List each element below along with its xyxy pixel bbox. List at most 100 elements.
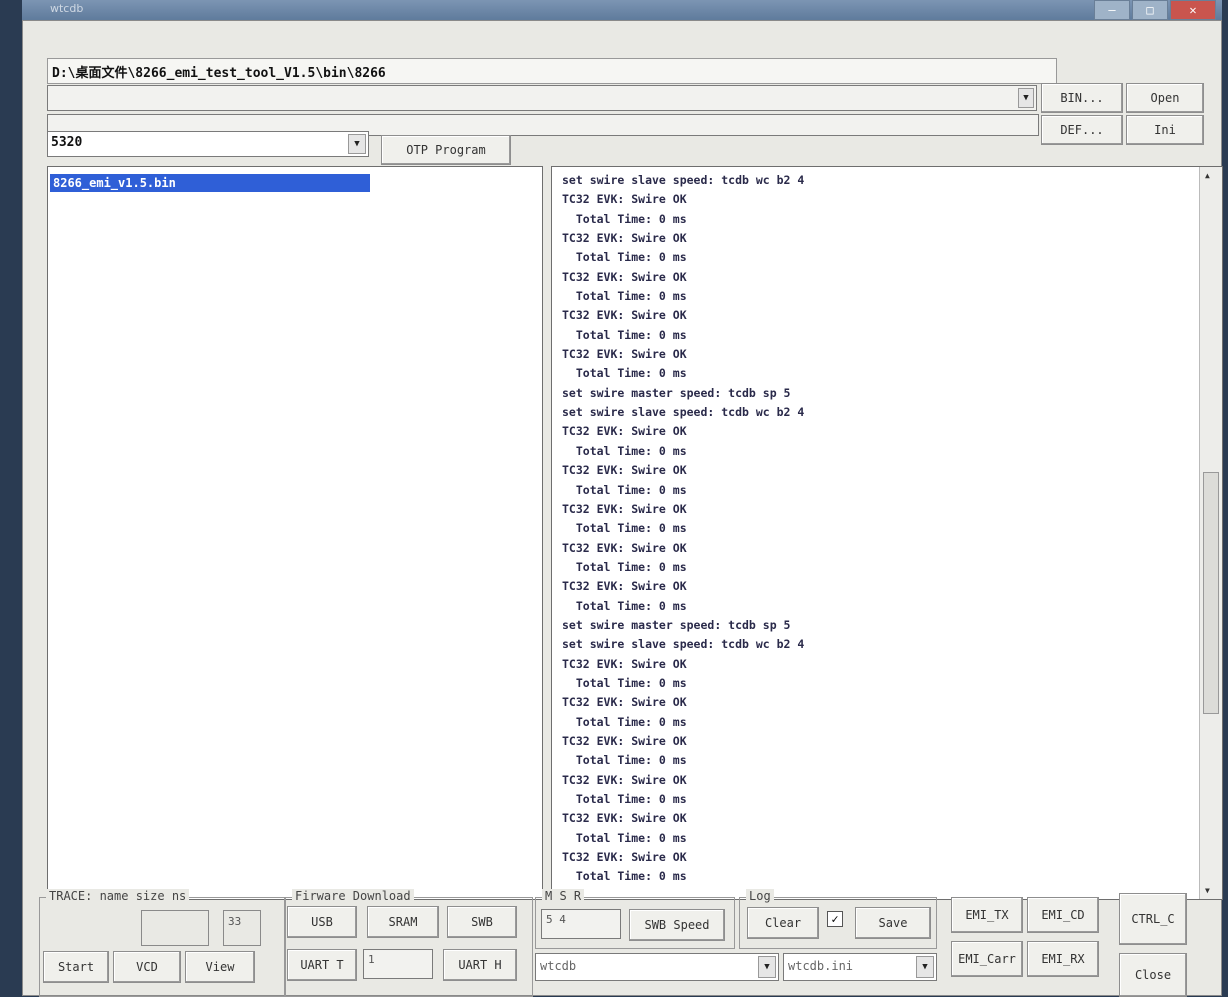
firmware-group-label: Firware Download — [292, 889, 414, 903]
def-button[interactable]: DEF... — [1041, 115, 1123, 145]
sram-button[interactable]: SRAM — [367, 906, 439, 938]
log-line: Total Time: 0 ms — [562, 289, 687, 304]
bin-button[interactable]: BIN... — [1041, 83, 1123, 113]
log-line: TC32 EVK: Swire OK — [562, 811, 687, 826]
window-controls: – □ ✕ — [1094, 0, 1216, 20]
log-lines: set swire slave speed: tcdb wc b2 4 TC32 … — [562, 171, 804, 887]
path-combo[interactable]: D:\桌面文件\8266_emi_test_tool_V1.5\bin\8266 — [47, 58, 1057, 84]
log-line: Total Time: 0 ms — [562, 327, 687, 342]
scroll-down-icon[interactable]: ▼ — [1205, 886, 1210, 895]
chevron-down-icon[interactable]: ▼ — [1018, 88, 1034, 108]
log-line: Total Time: 0 ms — [562, 211, 687, 226]
otp-program-button[interactable]: OTP Program — [381, 135, 511, 165]
log-line: TC32 EVK: Swire OK — [562, 656, 687, 671]
ini-value: wtcdb.ini — [788, 959, 854, 973]
trace-group-label: TRACE: name size ns — [46, 889, 190, 903]
file-list-item-selected[interactable]: 8266_emi_v1.5.bin — [50, 174, 370, 192]
main-window: D:\桌面文件\8266_emi_test_tool_V1.5\bin\8266… — [22, 20, 1223, 997]
log-line: Total Time: 0 ms — [562, 521, 687, 536]
command-combo[interactable]: wtcdb ▼ — [535, 953, 779, 981]
uart-value: 1 — [368, 953, 375, 966]
log-line: Total Time: 0 ms — [562, 869, 687, 884]
log-line: Total Time: 0 ms — [562, 559, 687, 574]
log-line: TC32 EVK: Swire OK — [562, 347, 687, 362]
open-button[interactable]: Open — [1126, 83, 1204, 113]
emi-tx-button[interactable]: EMI_TX — [951, 897, 1023, 933]
ini-combo[interactable]: wtcdb.ini ▼ — [783, 953, 937, 981]
log-line: TC32 EVK: Swire OK — [562, 463, 687, 478]
uart-h-button[interactable]: UART H — [443, 949, 517, 981]
trace-size-input[interactable]: 33 — [223, 910, 261, 946]
log-line: Total Time: 0 ms — [562, 443, 687, 458]
log-line: TC32 EVK: Swire OK — [562, 424, 687, 439]
log-line: Total Time: 0 ms — [562, 830, 687, 845]
chip-select-value: 5320 — [51, 135, 83, 150]
emi-rx-button[interactable]: EMI_RX — [1027, 941, 1099, 977]
msr-value: 5 4 — [546, 913, 566, 926]
window-close-button[interactable]: ✕ — [1170, 0, 1216, 20]
secondary-path-field[interactable]: ▼ — [47, 85, 1037, 111]
clear-button[interactable]: Clear — [747, 907, 819, 939]
scroll-up-icon[interactable]: ▲ — [1205, 171, 1210, 180]
log-line: TC32 EVK: Swire OK — [562, 695, 687, 710]
log-group-label: Log — [746, 889, 774, 903]
log-line: Total Time: 0 ms — [562, 753, 687, 768]
save-button[interactable]: Save — [855, 907, 931, 939]
msr-group-label: M S R — [542, 889, 585, 903]
ctrl-c-button[interactable]: CTRL_C — [1119, 893, 1187, 945]
log-line: set swire master speed: tcdb sp 5 — [562, 385, 791, 400]
emi-carr-button[interactable]: EMI_Carr — [951, 941, 1023, 977]
log-line: Total Time: 0 ms — [562, 675, 687, 690]
trace-size-value: 33 — [228, 915, 242, 928]
path-text: D:\桌面文件\8266_emi_test_tool_V1.5\bin\8266 — [52, 66, 386, 81]
log-line: TC32 EVK: Swire OK — [562, 579, 687, 594]
title-bar: wtcdb – □ ✕ — [22, 0, 1222, 20]
emi-cd-button[interactable]: EMI_CD — [1027, 897, 1099, 933]
log-line: TC32 EVK: Swire OK — [562, 231, 687, 246]
start-button[interactable]: Start — [43, 951, 109, 983]
uart-t-button[interactable]: UART T — [287, 949, 357, 981]
log-checkbox[interactable]: ✓ — [827, 911, 843, 927]
log-line: Total Time: 0 ms — [562, 482, 687, 497]
vcd-button[interactable]: VCD — [113, 951, 181, 983]
scrollbar-thumb[interactable] — [1203, 472, 1219, 714]
chevron-down-icon[interactable]: ▼ — [758, 956, 776, 978]
log-line: TC32 EVK: Swire OK — [562, 308, 687, 323]
log-output[interactable]: set swire slave speed: tcdb wc b2 4 TC32 … — [551, 166, 1223, 900]
chevron-down-icon[interactable]: ▼ — [916, 956, 934, 978]
ini-button[interactable]: Ini — [1126, 115, 1204, 145]
log-line: Total Time: 0 ms — [562, 250, 687, 265]
log-line: Total Time: 0 ms — [562, 792, 687, 806]
log-line: TC32 EVK: Swire OK — [562, 850, 687, 865]
trace-name-input[interactable] — [141, 910, 209, 946]
log-line: TC32 EVK: Swire OK — [562, 540, 687, 555]
usb-button[interactable]: USB — [287, 906, 357, 938]
maximize-button[interactable]: □ — [1132, 0, 1168, 20]
log-line: set swire slave speed: tcdb wc b2 4 — [562, 637, 805, 652]
log-line: Total Time: 0 ms — [562, 714, 687, 729]
log-line: TC32 EVK: Swire OK — [562, 501, 687, 516]
chevron-down-icon[interactable]: ▼ — [348, 134, 366, 154]
check-icon: ✓ — [831, 912, 839, 926]
log-line: set swire slave speed: tcdb wc b2 4 — [562, 173, 805, 187]
log-line: set swire master speed: tcdb sp 5 — [562, 617, 791, 632]
window-title: wtcdb — [50, 2, 84, 15]
log-line: TC32 EVK: Swire OK — [562, 192, 687, 207]
command-value: wtcdb — [540, 959, 577, 973]
close-button[interactable]: Close — [1119, 953, 1187, 997]
log-line: Total Time: 0 ms — [562, 366, 687, 381]
log-line: TC32 EVK: Swire OK — [562, 772, 687, 787]
file-list[interactable]: 8266_emi_v1.5.bin — [47, 166, 543, 900]
minimize-button[interactable]: – — [1094, 0, 1130, 20]
log-line: Total Time: 0 ms — [562, 598, 687, 613]
msr-input[interactable]: 5 4 — [541, 909, 621, 939]
log-line: TC32 EVK: Swire OK — [562, 269, 687, 284]
uart-value-input[interactable]: 1 — [363, 949, 433, 979]
view-button[interactable]: View — [185, 951, 255, 983]
chip-select[interactable]: 5320 ▼ — [47, 131, 369, 157]
log-line: set swire slave speed: tcdb wc b2 4 — [562, 405, 805, 420]
swb-button[interactable]: SWB — [447, 906, 517, 938]
log-scrollbar[interactable]: ▲ ▼ — [1199, 167, 1222, 899]
list-item: 8266_emi_v1.5.bin — [53, 176, 176, 190]
swb-speed-button[interactable]: SWB Speed — [629, 909, 725, 941]
